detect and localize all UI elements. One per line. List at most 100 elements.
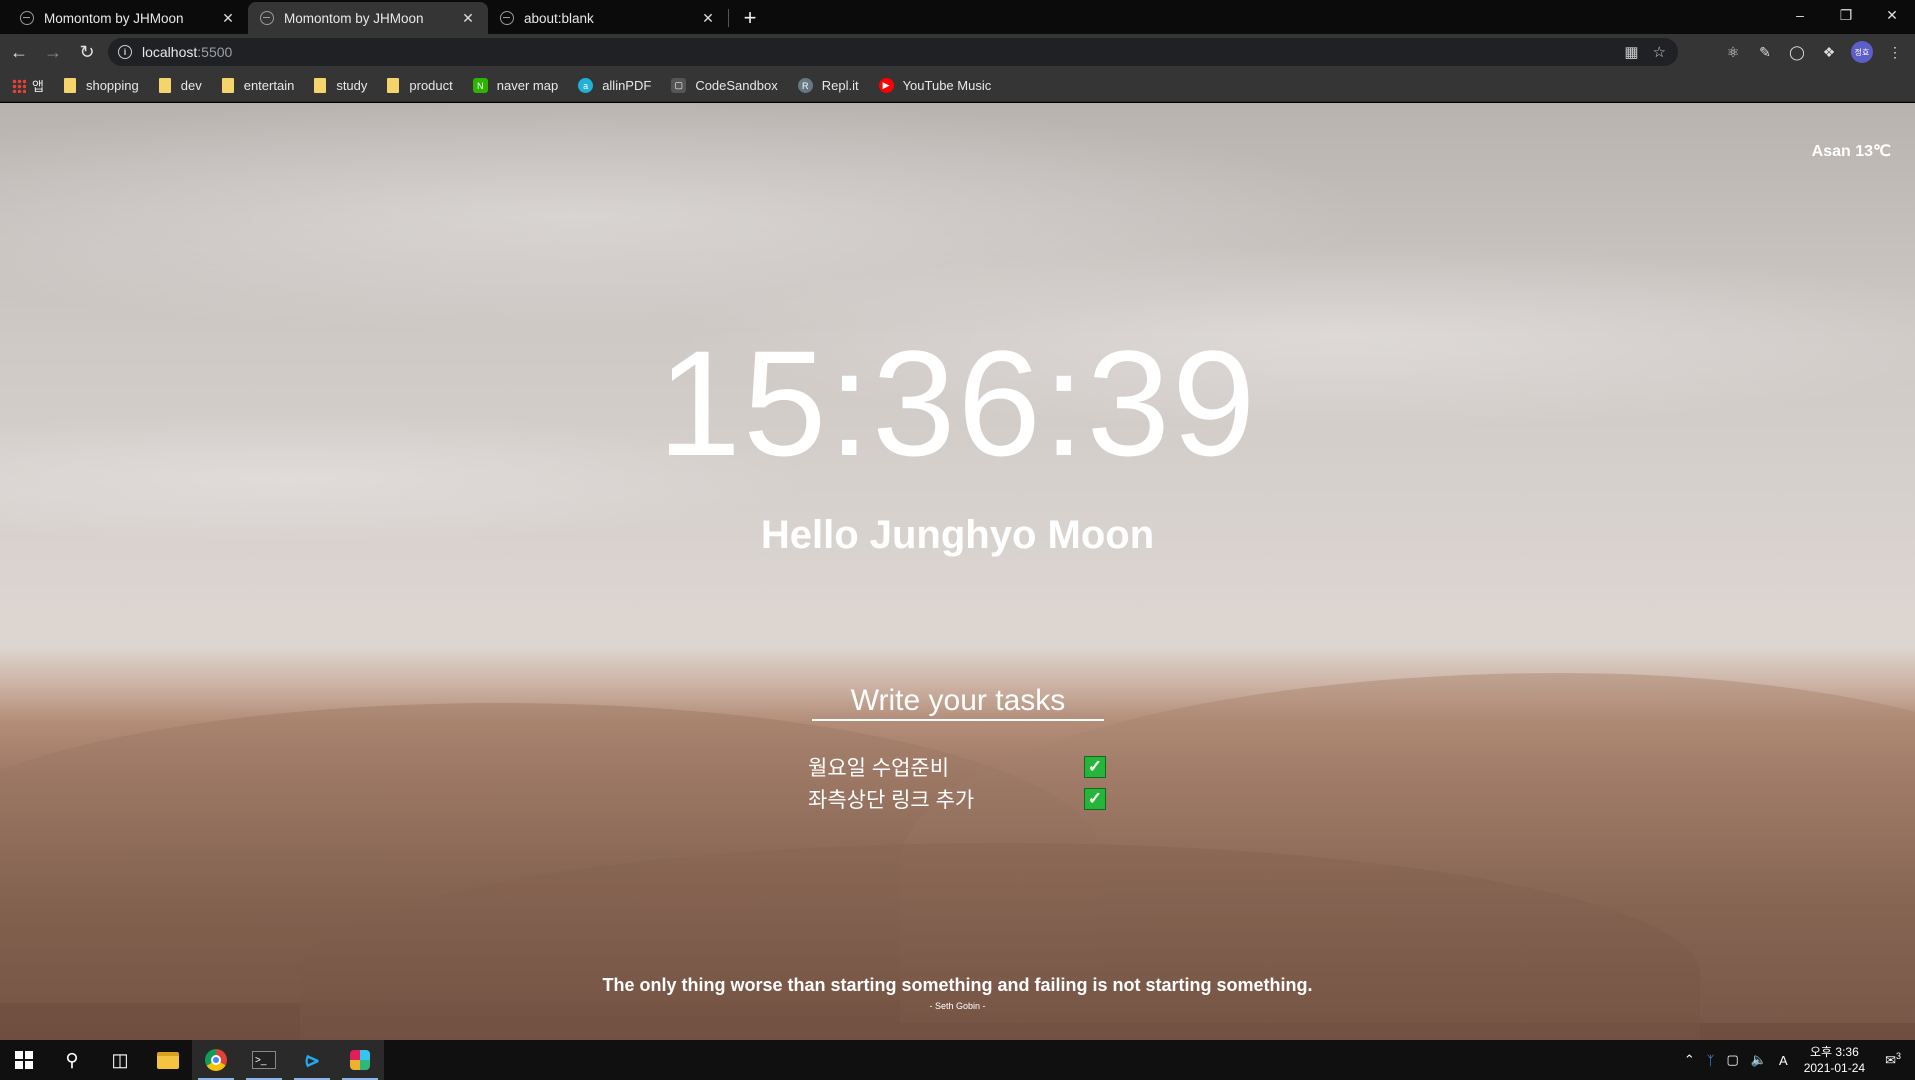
- chevron-up-icon[interactable]: ⌃: [1684, 1052, 1695, 1068]
- weather-text: Asan 13℃: [1811, 143, 1891, 160]
- quote-text: The only thing worse than starting somet…: [602, 975, 1313, 995]
- replit-icon: R: [797, 78, 813, 93]
- quote-author: - Seth Gobin -: [929, 1001, 986, 1011]
- bookmark-folder-dev[interactable]: dev: [158, 78, 202, 93]
- chrome-taskbar-button[interactable]: [192, 1040, 240, 1080]
- window-controls: – ❐ ✕: [1777, 0, 1915, 30]
- task-form: [812, 683, 1104, 721]
- bookmark-youtube-music[interactable]: ▶ YouTube Music: [878, 78, 992, 93]
- start-button[interactable]: [0, 1040, 48, 1080]
- task-view-button[interactable]: ◫: [96, 1040, 144, 1080]
- vscode-icon: ⪧: [305, 1046, 319, 1073]
- search-icon: ⚲: [65, 1049, 79, 1070]
- folder-icon: [314, 78, 327, 93]
- extension-icons: ⚛ ✎ ◯ ❖ 정효 ⋮: [1723, 38, 1905, 66]
- task-text: 좌측상단 링크 추가: [808, 789, 975, 812]
- reload-button[interactable]: ↻: [72, 37, 102, 67]
- slack-taskbar-button[interactable]: [336, 1040, 384, 1080]
- back-button[interactable]: ←: [4, 37, 34, 67]
- tab-strip: Momontom by JHMoon ✕ Momontom by JHMoon …: [0, 0, 1915, 34]
- address-bar[interactable]: i localhost:5500 ▦ ☆: [108, 38, 1678, 66]
- bookmark-codesandbox[interactable]: ▢ CodeSandbox: [671, 78, 778, 93]
- close-icon[interactable]: ✕: [700, 10, 716, 26]
- bookmark-folder-shopping[interactable]: shopping: [63, 78, 139, 93]
- bookmark-label: allinPDF: [602, 78, 652, 93]
- close-icon[interactable]: ✕: [220, 10, 236, 26]
- vscode-taskbar-button[interactable]: ⪧: [288, 1040, 336, 1080]
- checkbox-check-icon[interactable]: ✓: [1084, 788, 1106, 810]
- tab-title: Momontom by JHMoon: [44, 10, 184, 26]
- bookmark-naver-map[interactable]: Nnaver map: [472, 78, 558, 93]
- browser-toolbar: ← → ↻ i localhost:5500 ▦ ☆ ⚛ ✎ ◯ ❖ 정효 ⋮: [0, 34, 1915, 70]
- notification-icon[interactable]: ✉3: [1885, 1051, 1901, 1068]
- allinpdf-icon: a: [578, 78, 594, 93]
- taskbar-clock[interactable]: 오후 3:36 2021-01-24: [1804, 1044, 1865, 1076]
- tab-title: Momontom by JHMoon: [284, 10, 424, 26]
- pen-icon[interactable]: ✎: [1755, 42, 1775, 62]
- translate-icon[interactable]: ▦: [1624, 43, 1638, 61]
- folder-icon: [387, 78, 400, 93]
- terminal-taskbar-button[interactable]: >_: [240, 1040, 288, 1080]
- tab-about-blank[interactable]: about:blank ✕: [488, 2, 728, 34]
- task-view-icon: ◫: [111, 1049, 129, 1070]
- folder-icon: [158, 78, 171, 93]
- close-icon[interactable]: ✕: [460, 10, 476, 26]
- tab-momontom-2[interactable]: Momontom by JHMoon ✕: [248, 2, 488, 34]
- globe-icon: [500, 11, 514, 25]
- forward-button[interactable]: →: [38, 37, 68, 67]
- slack-icon: [350, 1050, 370, 1070]
- react-devtools-icon[interactable]: ⚛: [1723, 42, 1743, 62]
- notification-count: 3: [1895, 1051, 1901, 1062]
- system-tray: ⌃ ᛉ ▢ 🔈 A 오후 3:36 2021-01-24 ✉3: [1678, 1040, 1915, 1080]
- bookmark-replit[interactable]: R Repl.it: [797, 78, 859, 93]
- bookmark-label: entertain: [243, 78, 295, 93]
- folder-icon: [157, 1051, 179, 1069]
- bookmarks-bar: 앱 shopping dev entertain study product N…: [0, 70, 1915, 102]
- minimize-button[interactable]: –: [1777, 0, 1823, 30]
- apps-grid-icon: [12, 78, 26, 93]
- tab-divider: [728, 9, 729, 27]
- folder-icon: [221, 78, 234, 93]
- bookmark-folder-product[interactable]: product: [387, 78, 453, 93]
- codesandbox-icon: ▢: [671, 78, 687, 93]
- info-icon[interactable]: i: [118, 45, 132, 59]
- volume-icon[interactable]: 🔈: [1751, 1052, 1767, 1068]
- windows-logo-icon: [15, 1051, 33, 1069]
- clock-display: 15:36:39: [657, 319, 1258, 487]
- bookmark-label: Repl.it: [821, 78, 859, 93]
- tab-momontom-1[interactable]: Momontom by JHMoon ✕: [8, 2, 248, 34]
- bookmark-label: YouTube Music: [902, 78, 992, 93]
- naver-map-icon: N: [472, 78, 488, 93]
- bluetooth-icon[interactable]: ᛉ: [1707, 1053, 1715, 1068]
- greeting-text: Hello Junghyo Moon: [760, 513, 1155, 557]
- taskbar-date: 2021-01-24: [1803, 1061, 1866, 1075]
- task-item: 좌측상단 링크 추가 ✓: [808, 783, 1108, 815]
- close-window-button[interactable]: ✕: [1869, 0, 1915, 30]
- checkbox-check-icon[interactable]: ✓: [1084, 756, 1106, 778]
- new-tab-button[interactable]: +: [735, 2, 765, 34]
- url-port: :5500: [197, 44, 233, 60]
- folder-icon: [63, 78, 76, 93]
- bookmark-star-icon[interactable]: ☆: [1653, 43, 1666, 61]
- omnibox-actions: ▦ ☆: [1624, 38, 1666, 66]
- task-input[interactable]: [812, 683, 1104, 721]
- network-icon[interactable]: ▢: [1727, 1052, 1739, 1068]
- avatar[interactable]: 정효: [1851, 41, 1873, 63]
- bookmark-label: product: [409, 78, 453, 93]
- search-button[interactable]: ⚲: [48, 1040, 96, 1080]
- bookmark-label: dev: [180, 78, 202, 93]
- ime-indicator[interactable]: A: [1779, 1053, 1788, 1068]
- menu-kebab-icon[interactable]: ⋮: [1885, 42, 1905, 62]
- bookmark-folder-entertain[interactable]: entertain: [221, 78, 295, 93]
- task-text: 월요일 수업준비: [808, 757, 950, 780]
- bookmark-label: shopping: [85, 78, 139, 93]
- bookmark-folder-study[interactable]: study: [314, 78, 367, 93]
- taskbar-time: 오후 3:36: [1809, 1045, 1859, 1059]
- puzzle-icon[interactable]: ❖: [1819, 42, 1839, 62]
- bookmark-allinpdf[interactable]: a allinPDF: [578, 78, 651, 93]
- extension-glasses-icon[interactable]: ◯: [1787, 42, 1807, 62]
- restore-button[interactable]: ❐: [1823, 0, 1869, 30]
- bookmark-apps[interactable]: 앱: [12, 76, 44, 95]
- file-explorer-button[interactable]: [144, 1040, 192, 1080]
- globe-icon: [20, 11, 34, 25]
